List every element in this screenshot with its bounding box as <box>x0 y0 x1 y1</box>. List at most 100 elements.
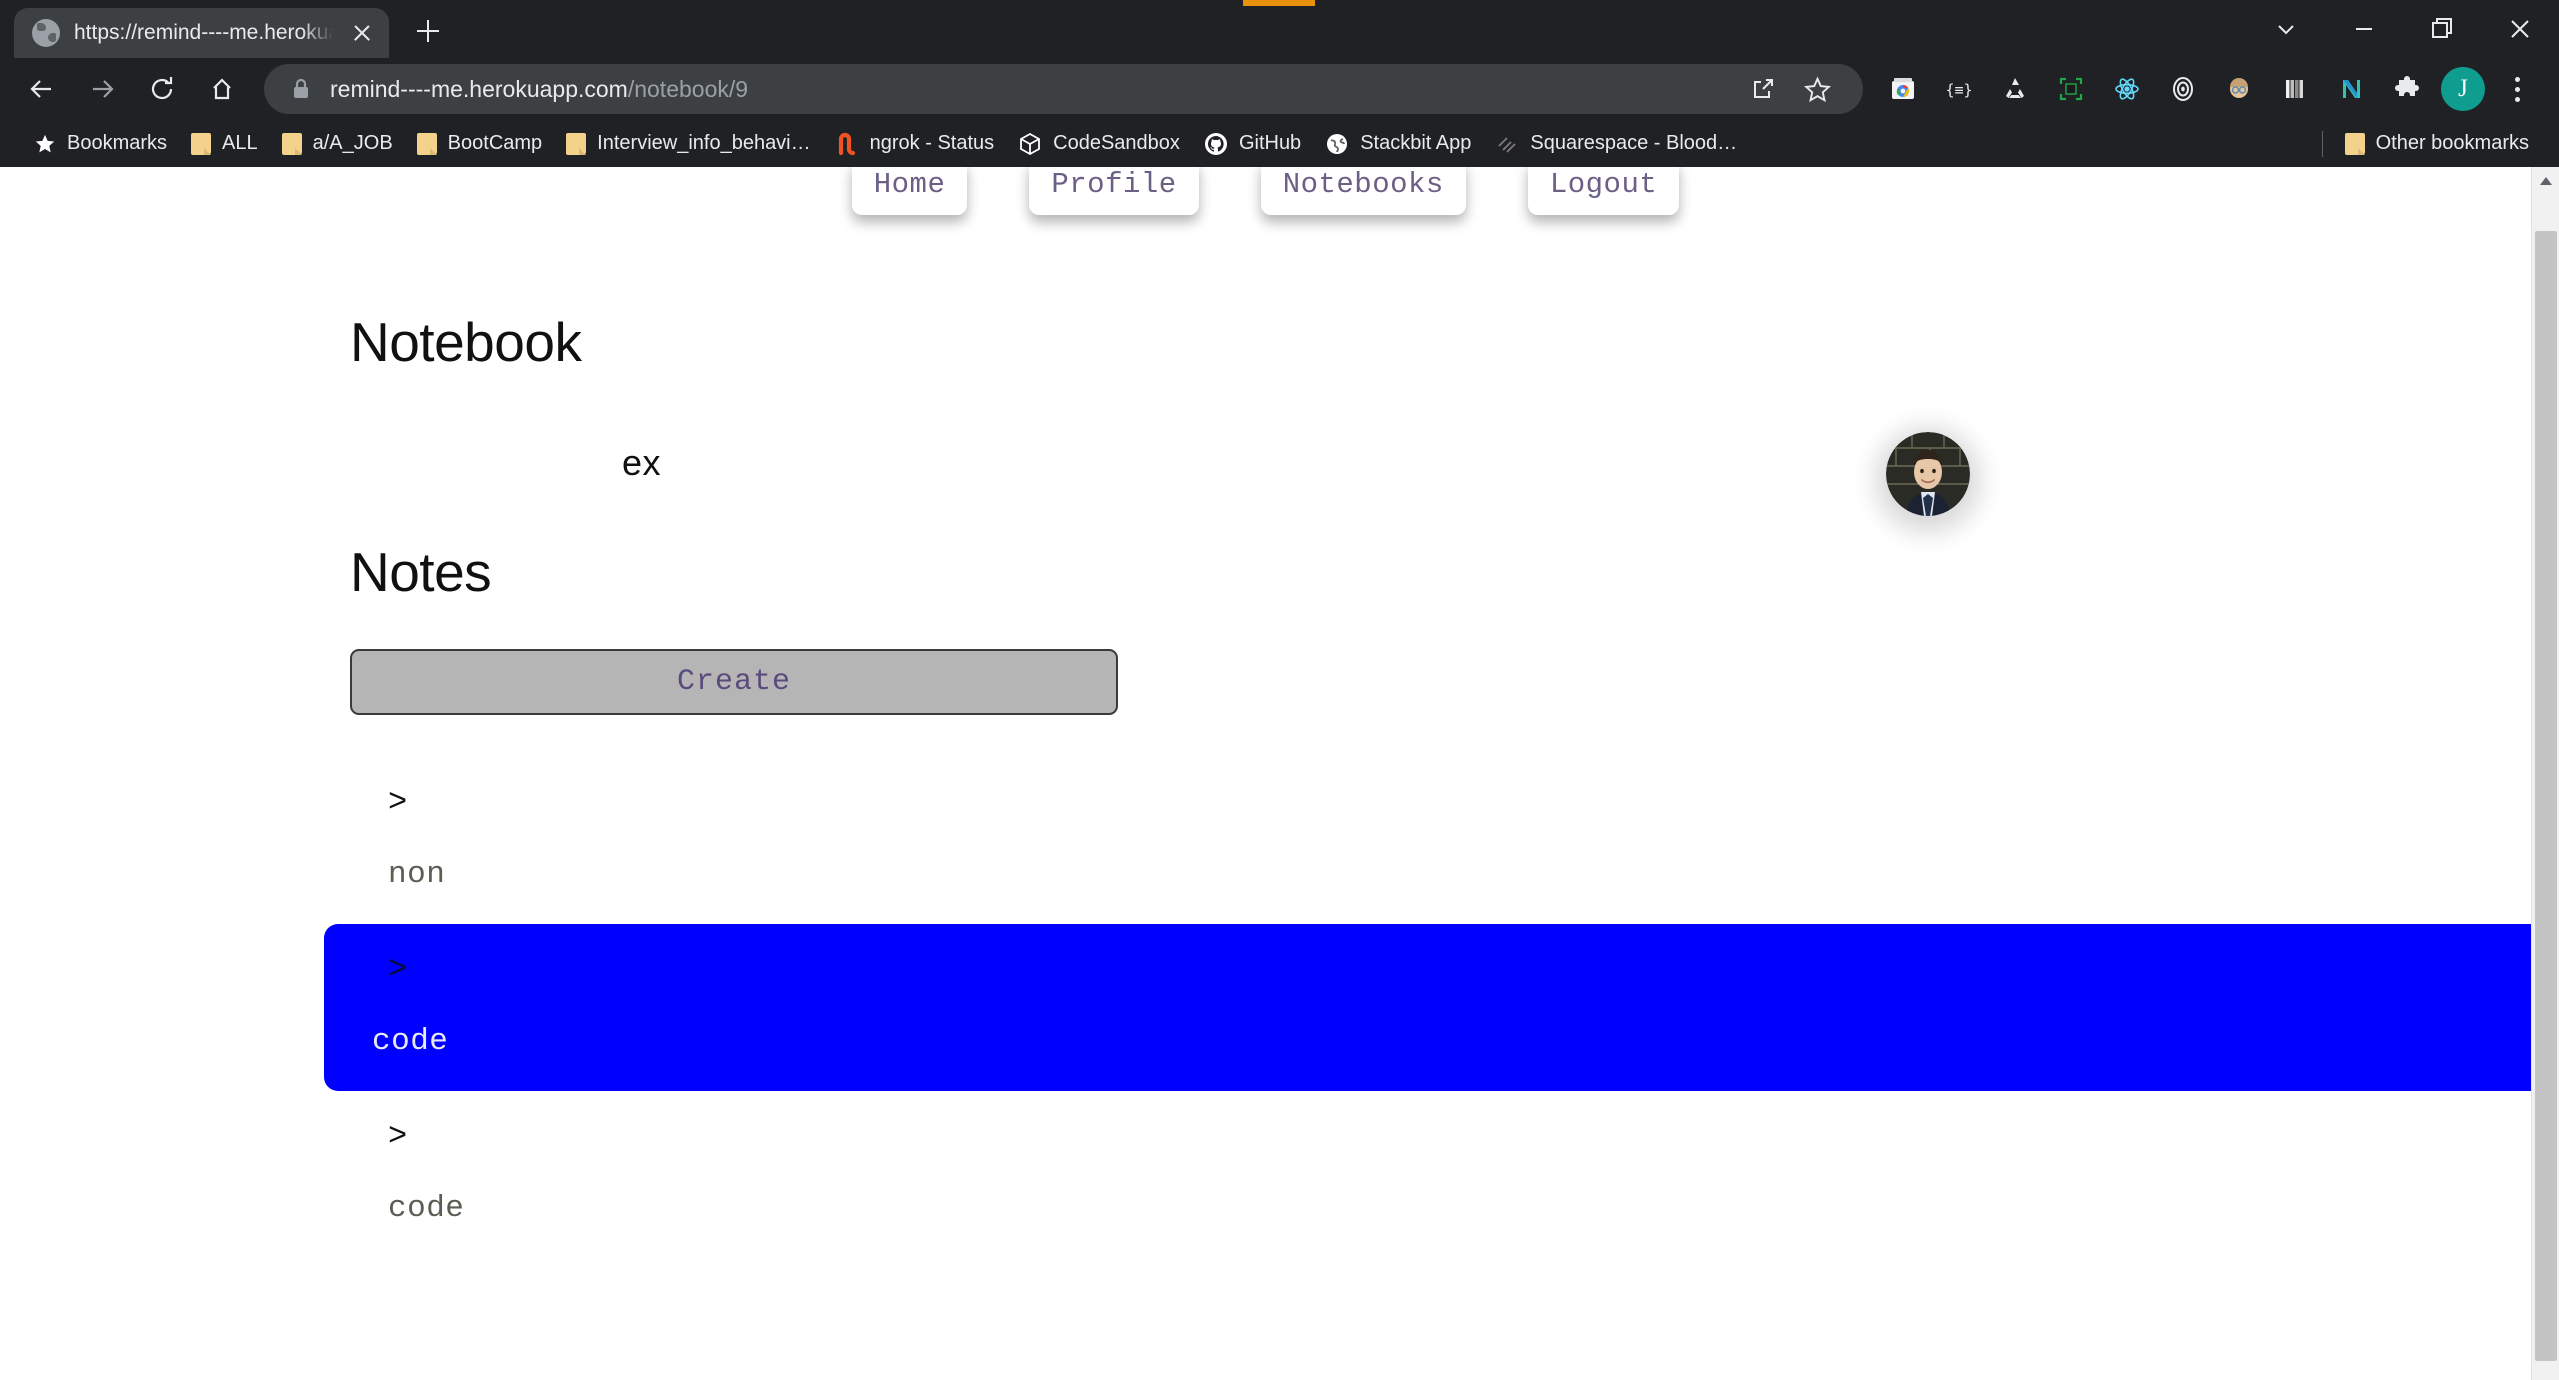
bookmark-item-all[interactable]: ALL <box>179 126 270 161</box>
folder-icon <box>416 132 437 155</box>
codesandbox-icon <box>1018 132 1042 156</box>
github-icon <box>1204 132 1228 156</box>
minimize-icon[interactable] <box>2325 0 2403 58</box>
scroll-up-icon[interactable] <box>2532 167 2559 195</box>
close-icon[interactable] <box>2481 0 2559 58</box>
close-icon[interactable] <box>347 18 377 48</box>
chevron-right-icon: > <box>388 950 408 988</box>
bookmark-item-github[interactable]: GitHub <box>1192 126 1313 162</box>
bookmark-item-codesandbox[interactable]: CodeSandbox <box>1006 126 1192 162</box>
bookmark-item-squarespace[interactable]: Squarespace - Blood… <box>1483 126 1749 162</box>
notebook-name: ex <box>622 441 662 483</box>
bookmark-label: CodeSandbox <box>1053 132 1180 154</box>
notes-list: > non > code > code <box>324 757 2559 1258</box>
page-viewport: Home Profile Notebooks Logout Notebook e… <box>0 167 2559 1380</box>
notes-heading: Notes <box>350 540 492 603</box>
folder-icon <box>281 132 302 155</box>
nav-home[interactable]: Home <box>851 167 968 215</box>
maximize-icon[interactable] <box>2403 0 2481 58</box>
react-devtools-extension-icon[interactable] <box>2099 61 2155 117</box>
chevron-right-icon: > <box>388 783 408 821</box>
bookmark-label: Stackbit App <box>1360 132 1472 154</box>
netlify-extension-icon[interactable] <box>2323 61 2379 117</box>
scrollbar-thumb[interactable] <box>2535 231 2557 1361</box>
browser-toolbar: remind----me.herokuapp.com/notebook/9 {≡… <box>0 58 2559 120</box>
lock-icon <box>290 77 312 101</box>
bookmark-item-interview-info[interactable]: Interview_info_behavi… <box>554 126 822 161</box>
tab-title: https://remind----me.herokuapp.co <box>74 21 333 44</box>
nav-logout[interactable]: Logout <box>1527 167 1680 215</box>
bookmark-label: a/A_JOB <box>312 132 393 154</box>
folder-icon <box>191 132 212 155</box>
note-title: non <box>388 856 446 892</box>
bookmark-label: GitHub <box>1238 132 1302 154</box>
profile-avatar[interactable]: J <box>2441 67 2485 111</box>
globe-icon <box>32 19 60 47</box>
note-title: code <box>372 1023 449 1059</box>
address-bar[interactable]: remind----me.herokuapp.com/notebook/9 <box>264 64 1863 114</box>
avatar[interactable] <box>1886 432 1970 516</box>
globe-icon <box>1325 132 1349 156</box>
web-page: Home Profile Notebooks Logout Notebook e… <box>0 167 2559 1380</box>
folder-icon <box>2344 132 2365 155</box>
bookmark-item-ngrok[interactable]: ngrok - Status <box>823 126 1007 162</box>
bookmark-item-stackbit[interactable]: Stackbit App <box>1313 126 1483 162</box>
share-icon[interactable] <box>1737 64 1789 114</box>
puzzle-extensions-icon[interactable] <box>2379 61 2435 117</box>
bookmark-label: ALL <box>222 132 258 154</box>
chrome-web-store-extension-icon[interactable] <box>1875 61 1931 117</box>
page-content: Notebook ex Notes Create > non > code > <box>0 310 2559 1258</box>
ngrok-icon <box>835 132 859 156</box>
window-controls <box>2247 0 2559 58</box>
note-title: code <box>388 1190 465 1226</box>
home-icon[interactable] <box>194 61 250 117</box>
note-item[interactable]: > code <box>350 1091 2491 1258</box>
new-tab-button[interactable] <box>405 8 451 54</box>
bookmark-label: ngrok - Status <box>869 132 995 154</box>
selector-extension-icon[interactable] <box>2043 61 2099 117</box>
svg-text:{≡}: {≡} <box>1945 81 1972 99</box>
bookmark-item-other-bookmarks[interactable]: Other bookmarks <box>2333 126 2541 161</box>
page-title: Notebook <box>350 310 582 373</box>
bookmark-item-a-job[interactable]: a/A_JOB <box>270 126 405 161</box>
bookmark-item-bootcamp[interactable]: BootCamp <box>405 126 555 161</box>
bookmark-item-bookmarks[interactable]: Bookmarks <box>22 126 179 161</box>
squarespace-icon <box>1495 132 1519 156</box>
bookmark-label: Squarespace - Blood… <box>1530 132 1738 154</box>
note-item[interactable]: > non <box>350 757 2491 924</box>
tab-strip: https://remind----me.herokuapp.co <box>0 0 2559 58</box>
avatar-extension-icon[interactable] <box>2211 61 2267 117</box>
forward-icon[interactable] <box>74 61 130 117</box>
browser-tab[interactable]: https://remind----me.herokuapp.co <box>14 8 389 58</box>
bookmark-star-icon[interactable] <box>1791 64 1843 114</box>
back-icon[interactable] <box>14 61 70 117</box>
note-item[interactable]: > code <box>324 923 2559 1091</box>
star-icon <box>34 133 56 155</box>
url-text: remind----me.herokuapp.com/notebook/9 <box>330 76 1719 103</box>
browser-menu-icon[interactable] <box>2491 61 2543 117</box>
vertical-scrollbar[interactable] <box>2531 167 2559 1380</box>
bookmark-label: Bookmarks <box>67 132 168 154</box>
bookmark-label: Other bookmarks <box>2375 132 2529 154</box>
url-domain: remind----me.herokuapp.com <box>330 75 628 102</box>
stripes-extension-icon[interactable] <box>2267 61 2323 117</box>
chevron-right-icon: > <box>388 1117 408 1155</box>
folder-icon <box>566 132 587 155</box>
nav-notebooks[interactable]: Notebooks <box>1260 167 1466 215</box>
bookmark-label: BootCamp <box>447 132 543 154</box>
tab-search-icon[interactable] <box>2247 0 2325 58</box>
nav-profile[interactable]: Profile <box>1029 167 1199 215</box>
url-path: /notebook/9 <box>627 75 749 102</box>
bookmark-label: Interview_info_behavi… <box>597 132 811 154</box>
json-viewer-extension-icon[interactable]: {≡} <box>1931 61 1987 117</box>
reload-icon[interactable] <box>134 61 190 117</box>
bookmarks-divider <box>2321 130 2323 157</box>
site-navigation: Home Profile Notebooks Logout <box>0 167 2531 215</box>
omnibox-actions <box>1737 64 1843 114</box>
extensions-bar: {≡} J <box>1875 61 2543 117</box>
bookmarks-bar: Bookmarks ALL a/A_JOB BootCamp Interview… <box>0 120 2559 167</box>
target-extension-icon[interactable] <box>2155 61 2211 117</box>
recycle-extension-icon[interactable] <box>1987 61 2043 117</box>
create-button[interactable]: Create <box>350 648 1118 715</box>
browser-chrome: https://remind----me.herokuapp.co <box>0 0 2559 167</box>
